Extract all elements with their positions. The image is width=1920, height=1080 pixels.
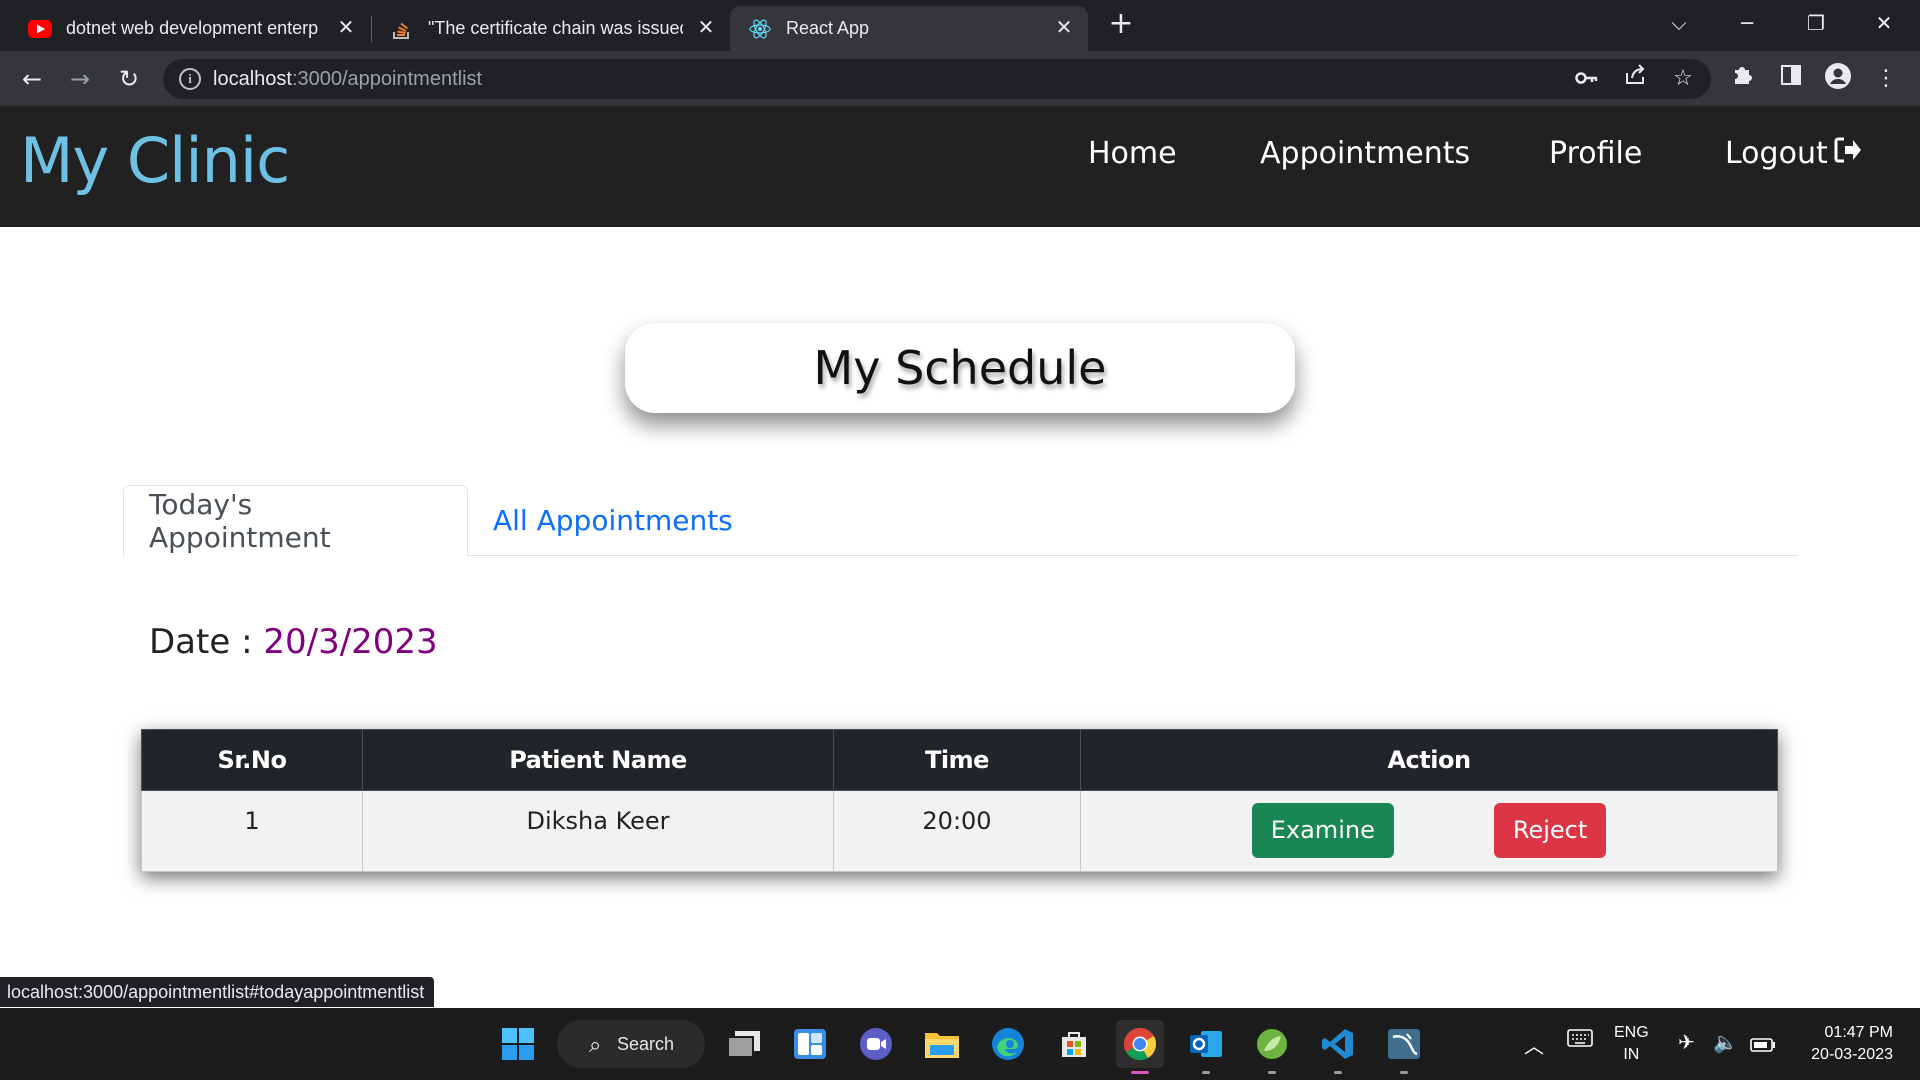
- forward-arrow-icon[interactable]: →: [63, 62, 97, 96]
- column-header-patient-name: Patient Name: [362, 729, 834, 791]
- date-display: Date : 20/3/2023: [149, 622, 438, 662]
- close-tab-icon[interactable]: ✕: [1052, 16, 1076, 40]
- back-arrow-icon[interactable]: ←: [15, 62, 49, 96]
- outlook-icon[interactable]: [1182, 1020, 1230, 1074]
- language-code: ENG: [1614, 1024, 1649, 1041]
- airplane-mode-icon[interactable]: ✈: [1678, 1030, 1695, 1054]
- column-header-time: Time: [833, 729, 1081, 791]
- region-code: IN: [1623, 1046, 1640, 1063]
- nav-profile-link[interactable]: Profile: [1549, 136, 1642, 171]
- vscode-icon[interactable]: [1314, 1020, 1362, 1074]
- cell-time: 20:00: [833, 790, 1081, 872]
- running-indicator: [1400, 1071, 1408, 1074]
- new-tab-plus-icon[interactable]: +: [1106, 9, 1136, 40]
- link-status-bar: localhost:3000/appointmentlist#todayappo…: [0, 977, 435, 1007]
- page-title: My Schedule: [813, 341, 1107, 395]
- running-indicator: [1268, 1071, 1276, 1074]
- running-indicator: [1202, 1071, 1210, 1074]
- logout-label: Logout: [1725, 136, 1828, 171]
- nav-home-link[interactable]: Home: [1088, 136, 1177, 171]
- tab-search-chevron-icon[interactable]: ⌵: [1659, 8, 1699, 38]
- input-language[interactable]: ENG IN: [1614, 1022, 1649, 1066]
- profile-avatar-icon[interactable]: [1822, 63, 1854, 95]
- windows-taskbar: ⌕ Search ︿ ENG IN ✈ 🔈 01:47 PM 20-03-202…: [0, 1008, 1920, 1080]
- tab-title: "The certificate chain was issued: [428, 18, 683, 38]
- column-header-action: Action: [1080, 729, 1778, 791]
- date-value: 20/3/2023: [263, 622, 438, 662]
- chrome-taskbar-icon[interactable]: [1116, 1020, 1164, 1074]
- tab-todays-appointment[interactable]: Today's Appointment: [123, 485, 468, 557]
- show-hidden-icons-chevron-icon[interactable]: ︿: [1524, 1030, 1544, 1059]
- browser-tab-react-app[interactable]: React App ✕: [730, 6, 1088, 51]
- volume-icon[interactable]: 🔈: [1713, 1030, 1738, 1054]
- examine-button[interactable]: Examine: [1251, 803, 1394, 858]
- reject-button[interactable]: Reject: [1493, 803, 1607, 858]
- tab-all-appointments[interactable]: All Appointments: [468, 485, 758, 556]
- table-row: 1 Diksha Keer 20:00 Examine Reject: [141, 790, 1778, 872]
- table-header-row: Sr.No Patient Name Time Action: [141, 729, 1778, 791]
- battery-icon[interactable]: [1750, 1033, 1776, 1057]
- clock-date: 20-03-2023: [1811, 1046, 1893, 1063]
- extensions-puzzle-icon[interactable]: [1727, 63, 1759, 95]
- react-icon: [748, 17, 772, 41]
- mysql-workbench-icon[interactable]: [1380, 1020, 1428, 1074]
- close-window-icon[interactable]: ✕: [1864, 8, 1904, 38]
- teams-meet-icon[interactable]: [852, 1020, 900, 1068]
- app-navbar: My Clinic Home Appointments Profile Logo…: [0, 106, 1920, 227]
- browser-menu-kebab-icon[interactable]: ⋮: [1870, 63, 1902, 95]
- active-indicator: [1131, 1071, 1149, 1074]
- site-info-icon[interactable]: i: [179, 68, 201, 90]
- restore-icon[interactable]: ❐: [1796, 8, 1836, 38]
- taskbar-search[interactable]: ⌕ Search: [557, 1020, 705, 1068]
- browser-tabstrip: dotnet web development enterp ✕ "The cer…: [0, 0, 1920, 51]
- stackoverflow-icon: [390, 17, 414, 41]
- cell-srno: 1: [141, 790, 363, 872]
- widgets-icon[interactable]: [786, 1020, 834, 1068]
- cell-actions: Examine Reject: [1080, 790, 1778, 872]
- clock-time: 01:47 PM: [1824, 1024, 1893, 1041]
- cell-patient-name: Diksha Keer: [362, 790, 834, 872]
- close-tab-icon[interactable]: ✕: [694, 16, 718, 40]
- close-tab-icon[interactable]: ✕: [334, 16, 358, 40]
- reload-icon[interactable]: ↻: [112, 62, 146, 96]
- search-label: Search: [617, 1033, 675, 1054]
- nav-logout-link[interactable]: Logout: [1725, 136, 1862, 171]
- microsoft-store-icon[interactable]: [1050, 1020, 1098, 1068]
- address-url[interactable]: localhost:3000/appointmentlist: [213, 68, 482, 91]
- browser-tab-stackoverflow[interactable]: "The certificate chain was issued ✕: [362, 6, 730, 51]
- address-bar[interactable]: i localhost:3000/appointmentlist ☆: [163, 59, 1711, 99]
- browser-tab-youtube[interactable]: dotnet web development enterp ✕: [0, 6, 370, 51]
- tab-title: React App: [786, 18, 870, 38]
- running-indicator: [1334, 1071, 1342, 1074]
- appointment-tabs: Today's Appointment All Appointments: [123, 485, 1798, 557]
- bookmark-star-icon[interactable]: ☆: [1667, 63, 1699, 95]
- brand-logo[interactable]: My Clinic: [20, 124, 290, 197]
- appointments-table: Sr.No Patient Name Time Action 1 Diksha …: [141, 729, 1778, 872]
- edge-browser-icon[interactable]: [984, 1020, 1032, 1068]
- spring-tools-icon[interactable]: [1248, 1020, 1296, 1074]
- task-view-icon[interactable]: [720, 1020, 768, 1068]
- logout-icon: [1834, 137, 1862, 170]
- windows-start-icon[interactable]: [494, 1020, 542, 1068]
- file-explorer-icon[interactable]: [918, 1020, 966, 1068]
- side-panel-icon[interactable]: [1775, 63, 1807, 95]
- column-header-srno: Sr.No: [141, 729, 363, 791]
- nav-appointments-link[interactable]: Appointments: [1260, 136, 1470, 171]
- share-icon[interactable]: [1619, 63, 1651, 95]
- keyboard-icon[interactable]: [1567, 1028, 1593, 1052]
- tab-title: dotnet web development enterp: [66, 18, 319, 38]
- system-clock[interactable]: 01:47 PM 20-03-2023: [1811, 1022, 1893, 1066]
- date-label: Date :: [149, 622, 253, 662]
- schedule-heading-card: My Schedule: [625, 323, 1295, 413]
- password-key-icon[interactable]: [1571, 63, 1603, 95]
- browser-toolbar: ← → ↻ i localhost:3000/appointmentlist ☆…: [0, 51, 1920, 106]
- search-icon: ⌕: [589, 1032, 602, 1057]
- minimize-icon[interactable]: ─: [1727, 8, 1767, 38]
- youtube-icon: [28, 17, 52, 41]
